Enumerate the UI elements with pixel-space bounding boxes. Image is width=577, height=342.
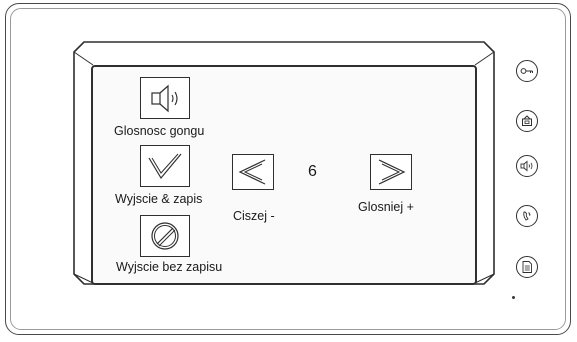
- volume-value: 6: [308, 163, 317, 180]
- quieter-label: Ciszej -: [233, 209, 275, 223]
- quieter-button[interactable]: [232, 154, 274, 190]
- arrow-left-icon: [238, 159, 266, 185]
- exit-no-save-label: Wyjscie bez zapisu: [116, 260, 223, 274]
- key-button[interactable]: [516, 60, 538, 82]
- gong-volume-label: Glosnosc gongu: [114, 124, 205, 138]
- key-icon: [520, 68, 533, 74]
- memo-button[interactable]: [516, 256, 538, 278]
- monitor-button[interactable]: [516, 110, 538, 132]
- exit-save-label: Wyjscie & zapis: [115, 192, 203, 206]
- checkmark-icon: [148, 153, 182, 180]
- monitor-icon: [522, 115, 532, 126]
- exit-no-save-button[interactable]: [140, 215, 190, 257]
- speaker-icon: [151, 84, 178, 113]
- speaker-icon: [520, 160, 533, 172]
- gong-volume-button[interactable]: [140, 77, 190, 119]
- memo-icon: [522, 261, 532, 273]
- handset-button[interactable]: [516, 205, 538, 227]
- exit-save-button[interactable]: [140, 145, 190, 187]
- arrow-right-icon: [378, 159, 406, 185]
- no-entry-icon: [151, 222, 179, 250]
- speaker-button[interactable]: [516, 155, 538, 177]
- louder-label: Glosniej +: [358, 200, 414, 214]
- indicator-led: [512, 296, 515, 299]
- handset-icon: [523, 211, 531, 221]
- louder-button[interactable]: [370, 154, 412, 190]
